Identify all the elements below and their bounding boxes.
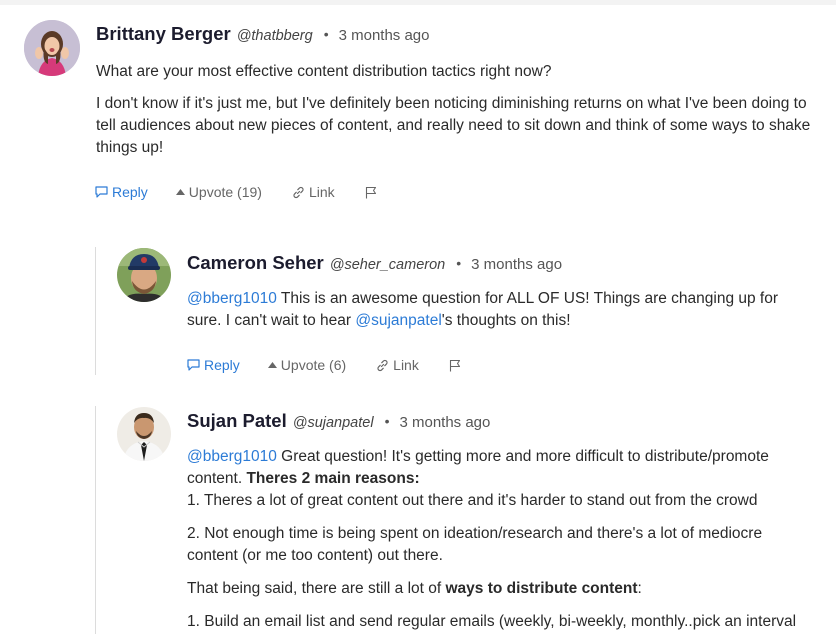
author-name[interactable]: Brittany Berger	[96, 23, 231, 45]
thread-line	[95, 247, 96, 375]
comment-intro: @bberg1010 Great question! It's getting …	[187, 446, 807, 512]
avatar-brittany-image	[24, 20, 80, 76]
separator-dot: •	[384, 413, 390, 429]
author-line: Cameron Seher @seher_cameron • 3 months …	[187, 252, 562, 274]
reply-button[interactable]: Reply	[95, 184, 148, 200]
speech-bubble-icon	[95, 186, 108, 198]
reason-item: 2. Not enough time is being spent on ide…	[187, 525, 763, 564]
mention-link[interactable]: @sujanpatel	[355, 312, 441, 329]
list-item: 1. Build an email list and send regular …	[187, 613, 797, 630]
timestamp[interactable]: 3 months ago	[399, 414, 490, 431]
upvote-button[interactable]: Upvote (19)	[175, 184, 262, 200]
upvote-label: Upvote (19)	[188, 184, 262, 200]
link-label: Link	[393, 357, 419, 373]
comment-body: I don't know if it's just me, but I've d…	[96, 95, 811, 156]
author-name[interactable]: Sujan Patel	[187, 410, 287, 432]
comment-paragraph: That being said, there are still a lot o…	[187, 578, 807, 600]
avatar-sujan-image	[117, 407, 171, 461]
body-text: 's thoughts on this!	[441, 312, 571, 329]
chain-link-icon	[377, 359, 388, 371]
avatar-brittany[interactable]	[24, 20, 80, 76]
comment-actions: Reply Upvote (19) Link	[95, 184, 381, 200]
comment-question: What are your most effective content dis…	[96, 63, 552, 80]
reason-item: 1. Theres a lot of great content out the…	[187, 492, 758, 509]
caret-up-icon	[175, 189, 185, 195]
thread-line	[95, 406, 96, 634]
separator-dot: •	[456, 255, 462, 271]
caret-up-icon	[267, 362, 277, 368]
chain-link-icon	[293, 186, 304, 198]
avatar-sujan[interactable]	[117, 407, 171, 461]
top-divider	[0, 0, 836, 5]
link-button[interactable]: Link	[292, 184, 335, 200]
reply-label: Reply	[204, 357, 240, 373]
speech-bubble-icon	[187, 359, 200, 371]
body-text: That being said, there are still a lot o…	[187, 580, 446, 597]
author-line: Sujan Patel @sujanpatel • 3 months ago	[187, 410, 490, 432]
mention-link[interactable]: @bberg1010	[187, 448, 277, 465]
reply-button[interactable]: Reply	[187, 357, 240, 373]
comment-actions: Reply Upvote (6) Link	[187, 357, 465, 373]
mention-link[interactable]: @bberg1010	[187, 290, 277, 307]
upvote-label: Upvote (6)	[280, 357, 347, 373]
comment-body: @bberg1010 This is an awesome question f…	[187, 288, 797, 332]
author-handle[interactable]: @thatbberg	[237, 28, 313, 44]
timestamp[interactable]: 3 months ago	[339, 27, 430, 44]
avatar-cameron-image	[117, 248, 171, 302]
flag-icon	[365, 186, 376, 198]
author-name[interactable]: Cameron Seher	[187, 252, 324, 274]
flag-icon	[449, 359, 460, 371]
reply-label: Reply	[112, 184, 148, 200]
link-label: Link	[308, 184, 335, 200]
author-line: Brittany Berger @thatbberg • 3 months ag…	[96, 23, 430, 45]
bold-text: ways to distribute content	[445, 580, 638, 597]
bold-text: Theres 2 main reasons:	[246, 470, 420, 487]
flag-button[interactable]	[365, 186, 381, 199]
timestamp[interactable]: 3 months ago	[471, 256, 562, 273]
flag-button[interactable]	[449, 359, 465, 372]
upvote-button[interactable]: Upvote (6)	[267, 357, 347, 373]
author-handle[interactable]: @seher_cameron	[330, 257, 445, 273]
separator-dot: •	[323, 26, 329, 42]
author-handle[interactable]: @sujanpatel	[293, 415, 374, 431]
link-button[interactable]: Link	[376, 357, 419, 373]
body-text: :	[637, 580, 642, 597]
avatar-cameron[interactable]	[117, 248, 171, 302]
